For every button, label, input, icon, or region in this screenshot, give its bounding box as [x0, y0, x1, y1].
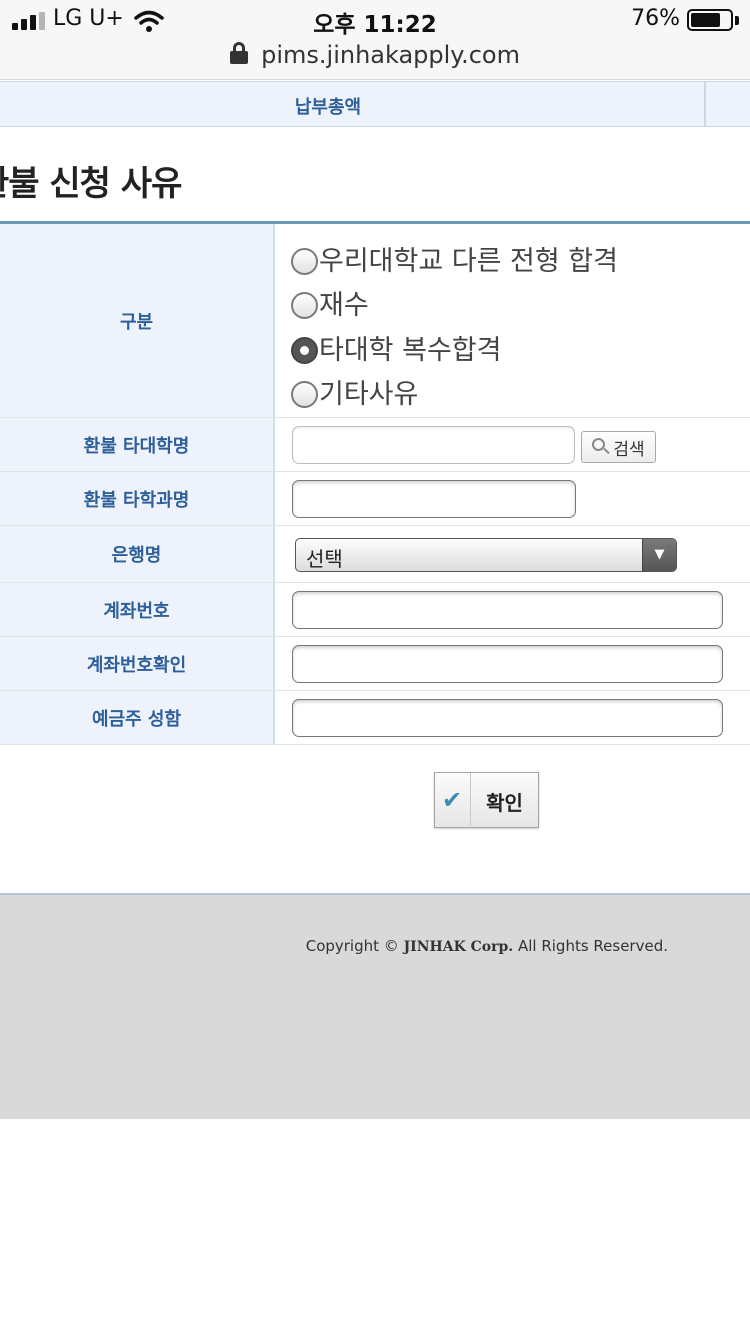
address-bar[interactable]: pims.jinhakapply.com [0, 40, 750, 80]
account-confirm-row: 계좌번호확인 [0, 637, 750, 691]
footer: Copyright © JINHAK Corp. All Rights Rese… [0, 893, 750, 1119]
radio-label[interactable]: 우리대학교 다른 전형 합격 [319, 239, 618, 278]
other-department-row: 환불 타학과명 [0, 472, 750, 526]
company-name: JINHAK Corp. [403, 939, 514, 955]
check-icon: ✔ [441, 785, 463, 814]
column-divider [704, 82, 706, 126]
dropdown-arrow-icon: ▼ [642, 539, 676, 571]
total-amount-label: 납부총액 [294, 97, 362, 118]
search-button[interactable]: 검색 [581, 431, 656, 463]
radio-label[interactable]: 재수 [319, 283, 369, 322]
confirm-button-label: 확인 [486, 791, 523, 815]
battery-icon [687, 9, 733, 31]
radio-label[interactable]: 기타사유 [319, 372, 418, 411]
account-number-label: 계좌번호 [0, 583, 275, 636]
refund-form-table: 구분 우리대학교 다른 전형 합격 재수 타대학 복수합격 기타사유 환불 타대… [0, 221, 750, 745]
other-department-input[interactable] [292, 480, 576, 518]
battery-fill [691, 13, 720, 27]
radio-option-multiple-admission[interactable]: 타대학 복수합격 [291, 328, 501, 367]
radio-button[interactable] [291, 248, 318, 275]
radio-option-retake[interactable]: 재수 [291, 283, 369, 322]
bank-select[interactable]: 선택 ▼ [295, 538, 677, 572]
radio-label[interactable]: 타대학 복수합격 [319, 328, 501, 367]
account-confirm-label: 계좌번호확인 [0, 637, 275, 690]
rights-text: All Rights Reserved. [517, 937, 668, 955]
bank-select-value: 선택 [306, 547, 343, 571]
radio-button[interactable] [291, 337, 318, 364]
other-university-input[interactable] [292, 426, 575, 464]
radio-button[interactable] [291, 381, 318, 408]
account-holder-label: 예금주 성함 [0, 691, 275, 744]
url-text[interactable]: pims.jinhakapply.com [261, 40, 520, 70]
category-options: 우리대학교 다른 전형 합격 재수 타대학 복수합격 기타사유 [277, 224, 750, 417]
account-number-input[interactable] [292, 591, 723, 629]
bank-label: 은행명 [0, 526, 275, 582]
radio-option-other-reason[interactable]: 기타사유 [291, 372, 418, 411]
lock-icon [230, 42, 249, 64]
other-university-row: 환불 타대학명 검색 [0, 418, 750, 472]
account-number-row: 계좌번호 [0, 583, 750, 637]
radio-option-other-track[interactable]: 우리대학교 다른 전형 합격 [291, 239, 618, 278]
bank-row: 은행명 선택 ▼ [0, 526, 750, 583]
battery-percent: 76% [631, 6, 680, 31]
other-university-label: 환불 타대학명 [0, 418, 275, 471]
section-title: 환불 신청 사유 [0, 164, 182, 204]
account-holder-input[interactable] [292, 699, 723, 737]
search-icon [592, 438, 611, 456]
category-label: 구분 [0, 224, 275, 417]
battery-nub [735, 16, 739, 25]
search-button-label: 검색 [613, 439, 645, 460]
account-holder-row: 예금주 성함 [0, 691, 750, 745]
radio-button[interactable] [291, 292, 318, 319]
account-confirm-input[interactable] [292, 645, 723, 683]
other-department-label: 환불 타학과명 [0, 472, 275, 525]
copyright-text: Copyright © JINHAK Corp. All Rights Rese… [306, 937, 668, 955]
confirm-button[interactable]: ✔ 확인 [434, 772, 539, 828]
total-header-row: 납부총액 [0, 81, 750, 127]
category-row: 구분 우리대학교 다른 전형 합격 재수 타대학 복수합격 기타사유 [0, 224, 750, 418]
status-bar: LG U+ 오후 11:22 76% [0, 0, 750, 40]
copyright-prefix: Copyright © [305, 937, 399, 955]
